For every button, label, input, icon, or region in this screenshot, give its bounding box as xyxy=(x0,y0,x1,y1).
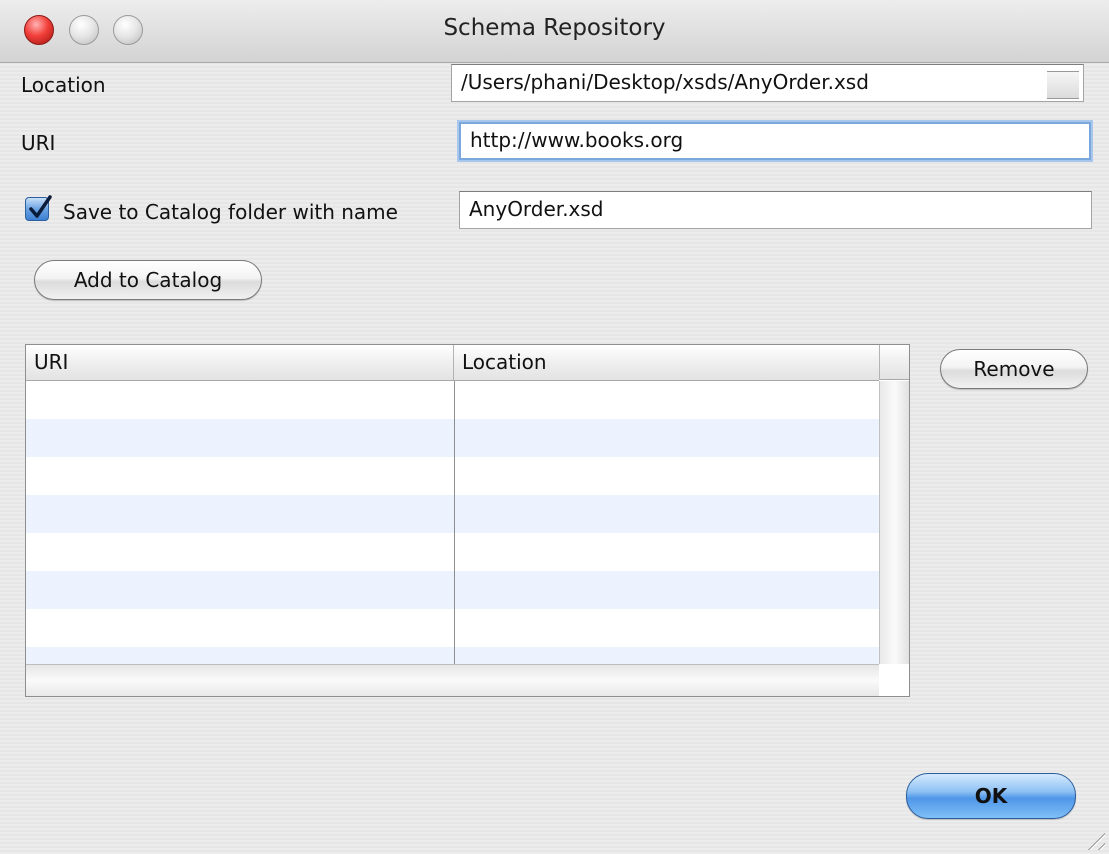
ok-button[interactable]: OK xyxy=(906,773,1076,819)
table-row[interactable] xyxy=(26,533,879,571)
checkmark-icon xyxy=(29,195,52,218)
schema-repository-window: Schema Repository Location /Users/phani/… xyxy=(0,0,1109,854)
column-header-location[interactable]: Location xyxy=(454,345,879,380)
horizontal-scrollbar[interactable] xyxy=(26,664,879,696)
location-label: Location xyxy=(21,73,106,97)
catalog-name-value: AnyOrder.xsd xyxy=(469,197,604,221)
title-bar[interactable]: Schema Repository xyxy=(0,0,1109,63)
table-row[interactable] xyxy=(26,609,879,647)
add-to-catalog-label: Add to Catalog xyxy=(73,268,223,292)
table-header-corner xyxy=(879,345,909,380)
table-body[interactable] xyxy=(26,381,879,664)
location-field[interactable]: /Users/phani/Desktop/xsds/AnyOrder.xsd xyxy=(451,64,1084,102)
column-divider[interactable] xyxy=(454,381,455,664)
scrollbar-corner xyxy=(879,664,909,696)
table-row[interactable] xyxy=(26,457,879,495)
table-row[interactable] xyxy=(26,571,879,609)
window-title: Schema Repository xyxy=(443,15,666,41)
catalog-name-input[interactable]: AnyOrder.xsd xyxy=(459,191,1092,229)
vertical-scrollbar[interactable] xyxy=(879,381,909,664)
add-to-catalog-button[interactable]: Add to Catalog xyxy=(34,260,262,300)
uri-input[interactable]: http://www.books.org xyxy=(459,122,1091,160)
uri-label: URI xyxy=(21,131,56,155)
ok-label: OK xyxy=(974,784,1008,808)
location-value: /Users/phani/Desktop/xsds/AnyOrder.xsd xyxy=(461,70,869,94)
save-to-catalog-checkbox[interactable] xyxy=(25,195,52,221)
remove-button[interactable]: Remove xyxy=(940,349,1088,389)
save-to-catalog-label[interactable]: Save to Catalog folder with name xyxy=(63,200,398,224)
column-header-uri[interactable]: URI xyxy=(26,345,454,380)
table-row[interactable] xyxy=(26,647,879,664)
location-field-scroller[interactable] xyxy=(1047,71,1079,99)
resize-grip[interactable] xyxy=(1083,828,1105,850)
table-row[interactable] xyxy=(26,419,879,457)
table-row[interactable] xyxy=(26,495,879,533)
catalog-table: URI Location xyxy=(25,344,910,697)
table-row[interactable] xyxy=(26,381,879,419)
table-header: URI Location xyxy=(26,345,879,381)
uri-value: http://www.books.org xyxy=(470,128,684,152)
remove-label: Remove xyxy=(973,357,1055,381)
